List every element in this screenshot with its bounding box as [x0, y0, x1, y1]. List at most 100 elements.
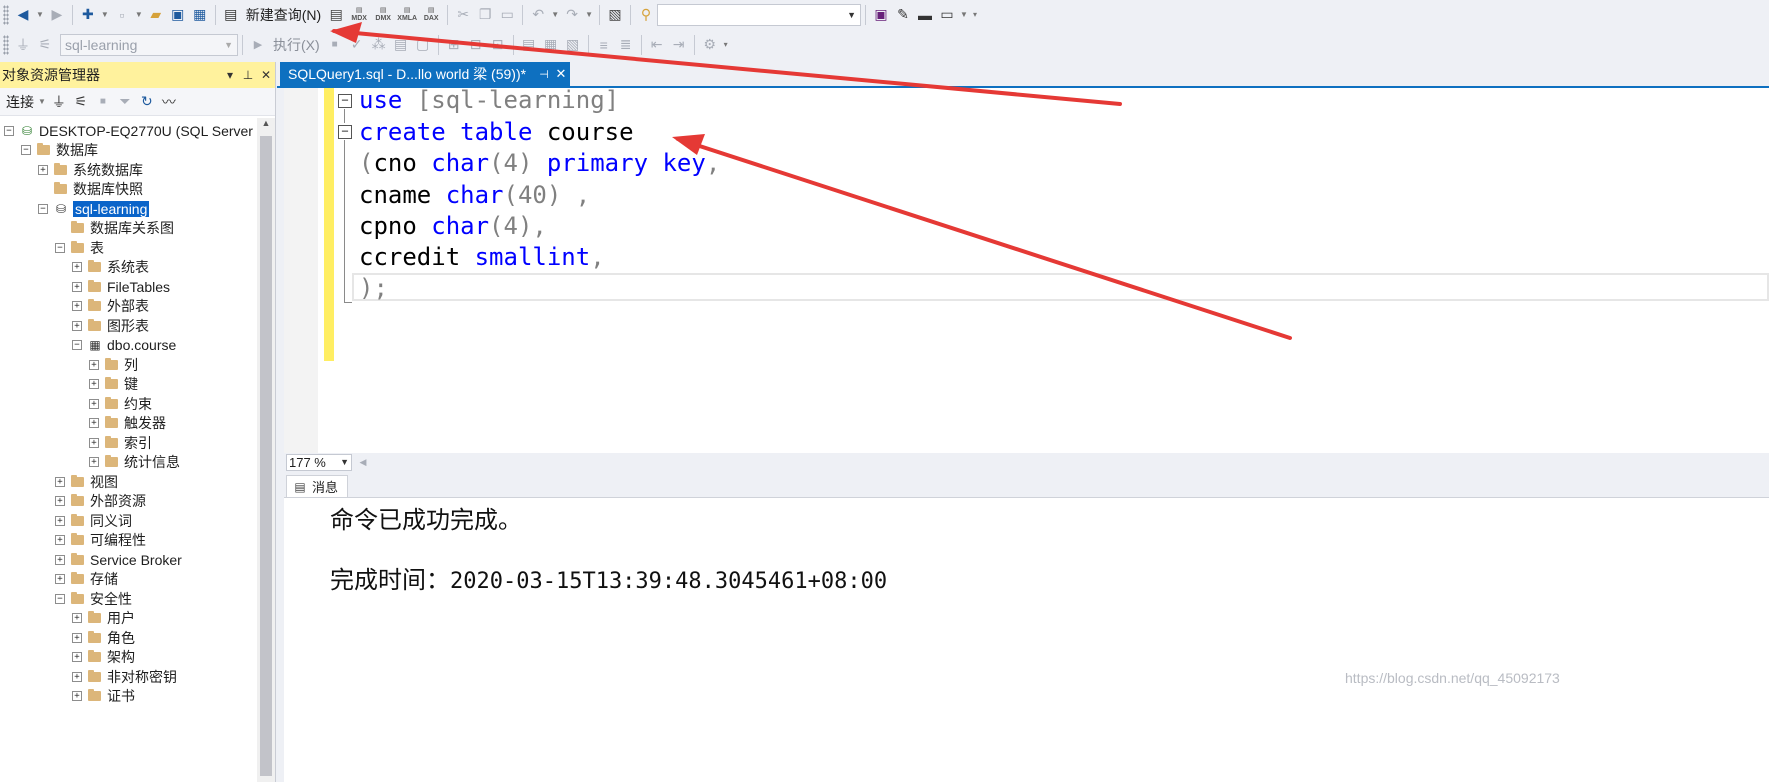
close-icon[interactable]: ✕ [257, 68, 275, 82]
tab-messages[interactable]: ▤ 消息 [286, 475, 348, 497]
tree-node-database-diagrams[interactable]: 数据库关系图 [55, 219, 174, 239]
tree-node-system-databases[interactable]: + 系统数据库 [38, 160, 143, 180]
expand-icon[interactable]: + [38, 164, 48, 175]
undo-icon[interactable]: ↶ [527, 4, 549, 26]
database-engine-query-icon[interactable]: ▤ [325, 4, 347, 26]
database-selector[interactable]: sql-learning ▼ [60, 33, 238, 56]
tree-node-database-snapshots[interactable]: 数据库快照 [38, 180, 143, 200]
tree-node-keys[interactable]: + 键 [89, 375, 138, 395]
save-icon[interactable]: ▣ [167, 4, 189, 26]
collapse-icon[interactable]: − [38, 203, 48, 214]
dmx-query-button[interactable]: ▤ DMX [371, 4, 395, 26]
expand-icon[interactable]: + [55, 496, 65, 507]
expand-icon[interactable]: + [89, 457, 99, 468]
collapse-icon[interactable]: − [21, 145, 31, 156]
expand-icon[interactable]: + [72, 652, 82, 663]
expand-icon[interactable]: + [55, 574, 65, 585]
find-icon[interactable]: ⚲ [635, 4, 657, 26]
expand-icon[interactable]: + [55, 476, 65, 487]
expand-icon[interactable]: + [72, 613, 82, 624]
expand-icon[interactable]: + [72, 320, 82, 331]
close-icon[interactable]: ✕ [552, 66, 570, 82]
tree-node-views[interactable]: + 视图 [55, 472, 118, 492]
redo-icon[interactable]: ↷ [561, 4, 583, 26]
save-all-icon[interactable]: ▦ [189, 4, 211, 26]
mdx-query-button[interactable]: ▤ MDX [347, 4, 371, 26]
dax-query-button[interactable]: ▤ DAX [419, 4, 443, 26]
activity-monitor-icon[interactable]: 〰 [158, 91, 180, 113]
expand-icon[interactable]: + [89, 398, 99, 409]
activity-monitor-icon[interactable]: ▧ [604, 4, 626, 26]
expand-icon[interactable]: + [55, 535, 65, 546]
new-project-icon[interactable]: ✚ [77, 4, 99, 26]
filter-icon[interactable]: ⏷ [114, 91, 136, 113]
tree-node-external-resources[interactable]: + 外部资源 [55, 492, 146, 512]
redo-dropdown-icon[interactable]: ▼ [583, 4, 595, 26]
command-dropdown-icon[interactable]: ▼ [958, 4, 970, 26]
client-stats-icon[interactable]: ⊡ [487, 34, 509, 56]
toolbar-overflow-icon[interactable]: ▾ [721, 34, 731, 56]
scroll-up-icon[interactable]: ▲ [257, 118, 275, 134]
back-dropdown-icon[interactable]: ▼ [34, 4, 46, 26]
expand-icon[interactable]: + [72, 262, 82, 273]
zoom-combo[interactable]: 177 % ▼ [286, 453, 352, 471]
collapse-icon[interactable]: − [338, 125, 352, 139]
tree-node-constraints[interactable]: + 约束 [89, 394, 152, 414]
undo-dropdown-icon[interactable]: ▼ [549, 4, 561, 26]
increase-indent-icon[interactable]: ⇥ [668, 34, 690, 56]
copy-icon[interactable]: ❐ [474, 4, 496, 26]
paste-icon[interactable]: ▭ [496, 4, 518, 26]
expand-icon[interactable]: + [72, 281, 82, 292]
tree-node-columns[interactable]: + 列 [89, 355, 138, 375]
toolbar-grip[interactable] [3, 4, 9, 25]
uncomment-lines-icon[interactable]: ≣ [615, 34, 637, 56]
tree-node-security[interactable]: − 安全性 [55, 589, 132, 609]
tree-node-sql-learning[interactable]: − ⛁ sql-learning [38, 199, 151, 219]
expand-icon[interactable]: + [55, 515, 65, 526]
tree-node-certificates[interactable]: + 证书 [72, 687, 135, 707]
comment-lines-icon[interactable]: ≡ [593, 34, 615, 56]
query-designer-icon[interactable]: ▤ [390, 34, 412, 56]
scroll-left-icon[interactable]: ◀ [352, 451, 374, 473]
scrollbar-thumb[interactable] [260, 136, 272, 776]
stop-icon[interactable]: ■ [92, 91, 114, 113]
execute-play-icon[interactable]: ▶ [247, 34, 269, 56]
object-explorer-scrollbar[interactable]: ▲ [257, 118, 275, 782]
connect-button[interactable]: 连接 [4, 92, 36, 112]
query-editor[interactable]: − − use [sql-learning] create table cour… [284, 86, 1769, 453]
tree-node-storage[interactable]: + 存储 [55, 570, 118, 590]
parse-check-icon[interactable]: ✓ [346, 34, 368, 56]
tree-node-dbo-course[interactable]: − ▦ dbo.course [72, 336, 176, 356]
expand-icon[interactable]: + [72, 632, 82, 643]
execute-button[interactable]: 执行(X) [269, 35, 324, 55]
results-to-text-icon[interactable]: ▤ [518, 34, 540, 56]
tree-node-schemas[interactable]: + 架构 [72, 648, 135, 668]
tree-node-triggers[interactable]: + 触发器 [89, 414, 166, 434]
find-combo[interactable]: ▼ [657, 3, 862, 26]
back-icon[interactable]: ◀ [12, 4, 34, 26]
decrease-indent-icon[interactable]: ⇤ [646, 34, 668, 56]
tree-node-system-tables[interactable]: + 系统表 [72, 258, 149, 278]
new-query-button[interactable]: 新建查询(N) [242, 5, 325, 25]
chevron-down-icon[interactable]: ▼ [340, 457, 349, 467]
intellisense-icon[interactable]: ▢ [412, 34, 434, 56]
wrench-icon[interactable]: ✎ [892, 4, 914, 26]
expand-icon[interactable]: + [89, 437, 99, 448]
expand-icon[interactable]: + [72, 691, 82, 702]
disconnect-icon[interactable]: ⚟ [70, 91, 92, 113]
tree-node-roles[interactable]: + 角色 [72, 628, 135, 648]
add-item-dropdown-icon[interactable]: ▼ [133, 4, 145, 26]
cut-icon[interactable]: ✂ [452, 4, 474, 26]
expand-icon[interactable]: + [55, 554, 65, 565]
tree-node-statistics[interactable]: + 统计信息 [89, 453, 180, 473]
new-project-dropdown-icon[interactable]: ▼ [99, 4, 111, 26]
expand-icon[interactable]: + [72, 301, 82, 312]
pin-icon[interactable]: ⊥ [239, 68, 257, 82]
change-connection-icon[interactable]: ⚟ [34, 34, 56, 56]
expand-icon[interactable]: + [89, 379, 99, 390]
results-to-file-icon[interactable]: ▧ [562, 34, 584, 56]
connect-dropdown-icon[interactable]: ▼ [36, 91, 48, 113]
specify-values-icon[interactable]: ⚙ [699, 34, 721, 56]
tree-node-graph-tables[interactable]: + 图形表 [72, 316, 149, 336]
toolbox-icon[interactable]: ▬ [914, 4, 936, 26]
